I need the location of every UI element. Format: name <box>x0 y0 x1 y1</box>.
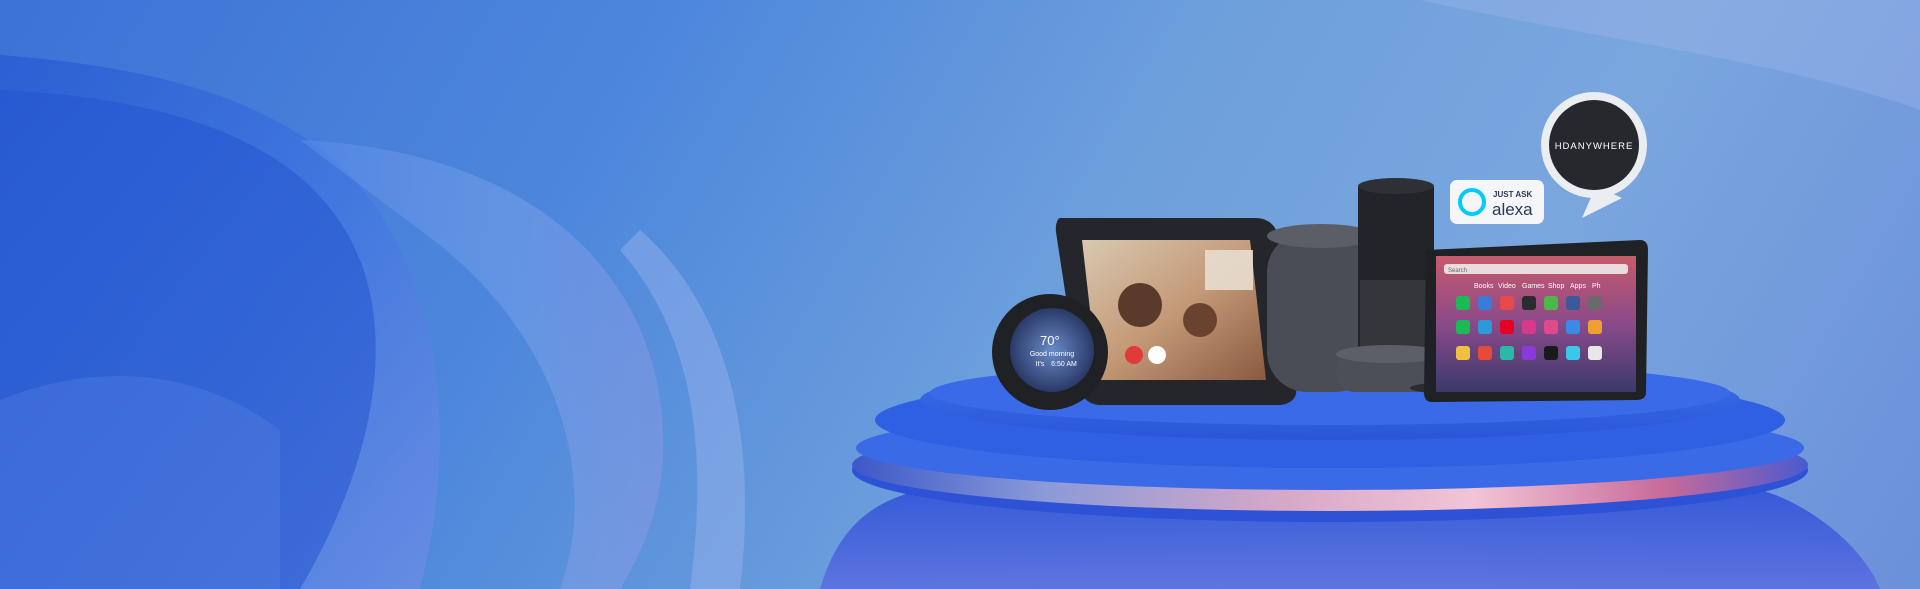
hangup-icon <box>1125 346 1143 364</box>
spot-temperature: 70° <box>1040 333 1060 348</box>
alexa-badge-line2: alexa <box>1492 200 1533 219</box>
tablet-search-bar <box>1444 264 1628 274</box>
fire-tablet-device: Search Books Video Games Shop Apps Ph <box>1424 240 1648 402</box>
echo-tall-device <box>1358 178 1434 362</box>
echo-spot-device: 70° Good morning It's 6:50 AM <box>992 294 1108 410</box>
tablet-nav: Books Video Games Shop Apps Ph <box>1474 283 1601 290</box>
pedestal <box>820 360 1880 589</box>
spot-time: 6:50 AM <box>1051 361 1077 368</box>
video-icon <box>1148 346 1166 364</box>
brand-speech-bubble: HDANYWHERE <box>1541 92 1647 218</box>
spot-greeting: Good morning <box>1030 351 1074 358</box>
hero-banner: 70° Good morning It's 6:50 AM Search Boo… <box>0 0 1920 589</box>
tablet-nav-books: Books <box>1474 283 1494 290</box>
tablet-nav-games: Games <box>1522 283 1545 290</box>
tablet-search-placeholder: Search <box>1448 268 1467 274</box>
hero-scene: 70° Good morning It's 6:50 AM Search Boo… <box>0 0 1920 589</box>
alexa-badge-line1: JUST ASK <box>1493 190 1532 199</box>
spot-time-prefix: It's <box>1036 361 1045 368</box>
tablet-nav-apps: Apps <box>1570 283 1586 290</box>
alexa-badge: JUST ASK alexa <box>1450 180 1544 224</box>
tablet-nav-ph: Ph <box>1592 283 1601 290</box>
tablet-nav-shop: Shop <box>1548 283 1564 290</box>
brand-badge-label: HDANYWHERE <box>1555 141 1634 152</box>
tablet-nav-video: Video <box>1498 283 1516 290</box>
